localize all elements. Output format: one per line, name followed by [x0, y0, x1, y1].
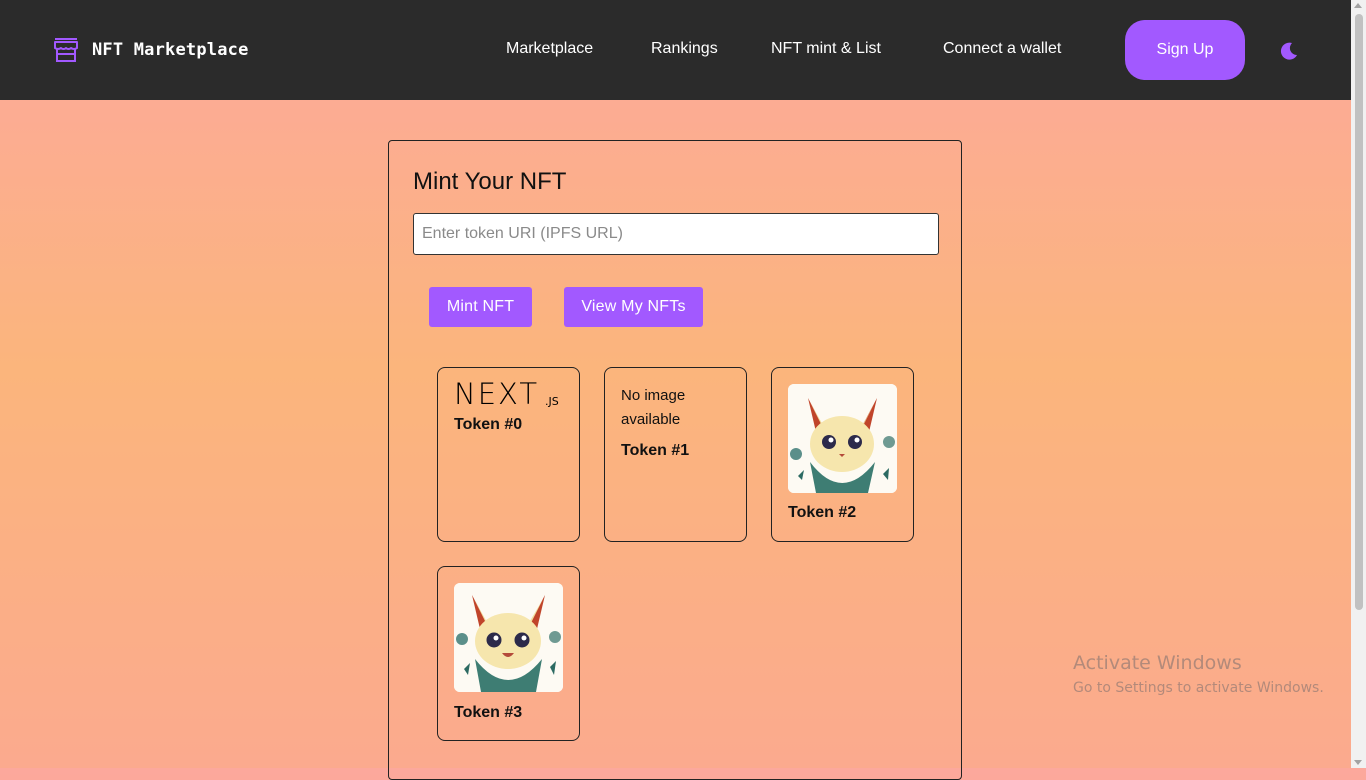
page-scrollbar[interactable] [1351, 0, 1366, 768]
token-card[interactable]: Token #2 [771, 367, 914, 542]
mint-panel: Mint Your NFT Mint NFT View My NFTs NEXT… [388, 140, 962, 780]
storefront-icon [54, 38, 78, 62]
scroll-up-arrow-icon[interactable] [1354, 3, 1362, 8]
token-card[interactable]: Token #3 [437, 566, 580, 741]
watermark-title: Activate Windows [1073, 652, 1242, 674]
no-image-text: No image available [621, 387, 686, 428]
nav-nft-mint-list[interactable]: NFT mint & List [771, 40, 881, 58]
sign-up-button[interactable]: Sign Up [1125, 20, 1245, 80]
nft-image [454, 583, 563, 692]
token-label: Token #3 [454, 704, 523, 721]
activate-windows-watermark: Activate Windows Go to Settings to activ… [1073, 652, 1324, 696]
scroll-down-arrow-icon[interactable] [1354, 760, 1362, 765]
watermark-subtitle: Go to Settings to activate Windows. [1073, 680, 1324, 696]
nft-image [788, 384, 897, 493]
svg-text:NEXT: NEXT [454, 380, 539, 408]
cat-illustration [788, 384, 897, 493]
moon-icon[interactable] [1279, 41, 1299, 61]
nav-marketplace[interactable]: Marketplace [506, 40, 593, 58]
scroll-thumb[interactable] [1355, 14, 1363, 610]
nextjs-logo: NEXT .JS [454, 380, 559, 408]
view-my-nfts-button[interactable]: View My NFTs [564, 287, 703, 327]
nav-connect-wallet[interactable]: Connect a wallet [943, 40, 1061, 58]
token-card[interactable]: No image available Token #1 [604, 367, 747, 542]
cat-illustration [454, 583, 563, 692]
token-label: Token #2 [788, 504, 857, 521]
nav-rankings[interactable]: Rankings [651, 40, 718, 58]
token-label: Token #1 [621, 442, 690, 459]
brand[interactable]: NFT Marketplace [52, 36, 249, 64]
brand-name: NFT Marketplace [92, 40, 249, 60]
token-label: Token #0 [454, 416, 523, 433]
svg-text:.JS: .JS [545, 395, 559, 408]
token-card[interactable]: NEXT .JS Token #0 [437, 367, 580, 542]
page-title: Mint Your NFT [413, 168, 567, 195]
top-navbar: NFT Marketplace Marketplace Rankings NFT… [0, 0, 1351, 100]
mint-nft-button[interactable]: Mint NFT [429, 287, 532, 327]
token-uri-input[interactable] [413, 213, 939, 255]
